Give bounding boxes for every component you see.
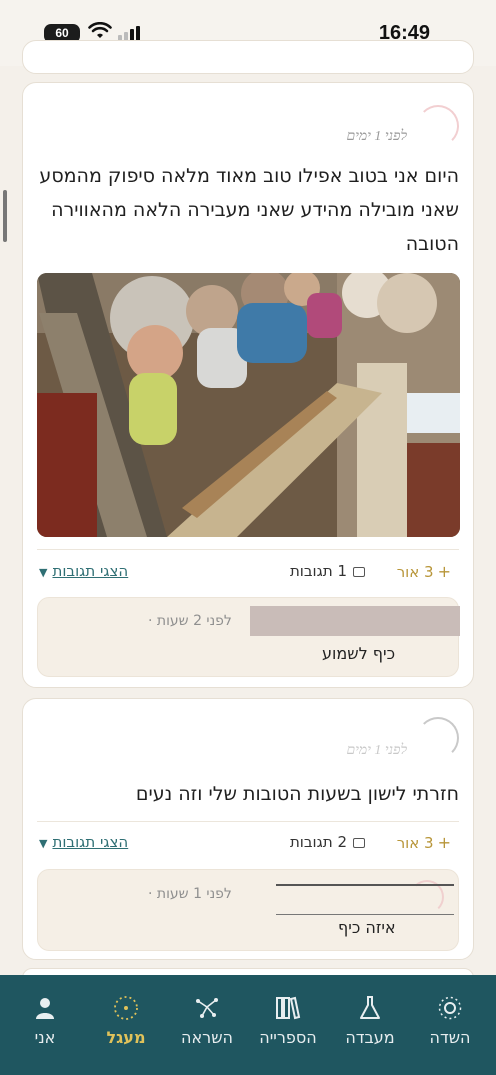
author-avatar[interactable] — [417, 105, 459, 147]
reply-card: לפני 2 שעות · כיף לשמוע — [37, 597, 460, 677]
post-text: חזרתי לישון בשעות הטובות שלי וזה נעים — [135, 783, 459, 805]
nav-label: הספרייה — [259, 1028, 317, 1047]
post-actions: +3 אור 1 תגובות הצגי תגובות ▼ — [37, 559, 459, 585]
redacted-author-name — [250, 606, 460, 636]
previous-post-card — [22, 40, 474, 74]
scrollbar[interactable] — [3, 190, 7, 242]
redacted-author-name — [276, 884, 454, 886]
divider — [37, 821, 459, 822]
replies-count: 2 תגובות — [290, 833, 365, 851]
likes-button[interactable]: +3 אור — [397, 833, 451, 852]
replies-label: 1 תגובות — [289, 562, 347, 580]
nav-label: מעגל — [106, 1028, 146, 1047]
redacted-divider — [276, 914, 454, 915]
circle-icon — [114, 996, 138, 1020]
nav-label: אני — [34, 1028, 56, 1047]
show-replies-label: הצגי תגובות — [52, 562, 129, 580]
post-time: לפני 1 ימים — [346, 129, 408, 144]
nav-item-lab[interactable]: מעבדה — [330, 993, 410, 1047]
show-replies-link[interactable]: הצגי תגובות ▼ — [39, 833, 128, 851]
weaving-workshop-image — [37, 273, 460, 537]
nav-item-inspiration[interactable]: השראה — [167, 993, 247, 1047]
nav-item-circle[interactable]: מעגל — [86, 993, 166, 1047]
comment-icon — [353, 837, 365, 848]
caret-down-icon: ▼ — [39, 837, 48, 850]
replies-label: 2 תגובות — [289, 833, 347, 851]
constellation-icon — [196, 998, 218, 1018]
wifi-icon — [88, 22, 112, 38]
likes-button[interactable]: +3 אור — [397, 562, 451, 581]
reply-card: לפני 1 שעות · איזה כיף — [37, 869, 459, 951]
author-avatar[interactable] — [417, 717, 459, 759]
flask-icon — [360, 996, 380, 1019]
reply-text: איזה כיף — [338, 918, 396, 937]
reply-text: כיף לשמוע — [322, 644, 396, 663]
likes-count: 3 אור — [396, 834, 434, 852]
show-replies-label: הצגי תגובות — [52, 833, 129, 851]
post-card: לפני 1 ימים חזרתי לישון בשעות הטובות שלי… — [22, 698, 474, 960]
nav-label: מעבדה — [345, 1028, 395, 1047]
post-actions: +3 אור 2 תגובות הצגי תגובות ▼ — [37, 830, 459, 856]
show-replies-link[interactable]: הצגי תגובות ▼ — [39, 562, 128, 580]
caret-down-icon: ▼ — [39, 566, 48, 579]
plus-icon: + — [437, 562, 451, 581]
plus-icon: + — [437, 833, 451, 852]
nav-item-field[interactable]: השדה — [410, 993, 490, 1047]
post-time: לפני 1 ימים — [346, 743, 408, 758]
divider — [37, 549, 459, 550]
nav-label: השראה — [181, 1028, 233, 1047]
books-icon — [276, 996, 301, 1020]
reply-time: לפני 1 שעות · — [148, 886, 232, 902]
comment-icon — [353, 566, 365, 577]
likes-count: 3 אור — [396, 563, 434, 581]
replies-count: 1 תגובות — [290, 562, 365, 580]
person-icon — [36, 998, 54, 1019]
nav-item-library[interactable]: הספרייה — [248, 993, 328, 1047]
bottom-navigation: השדה מעבדה הספרייה השראה מעגל אני — [0, 975, 496, 1075]
post-card: לפני 1 ימים היום אני בטוב אפילו טוב מאוד… — [22, 82, 474, 688]
reply-time: לפני 2 שעות · — [148, 613, 232, 629]
post-text: היום אני בטוב אפילו טוב מאוד מלאה סיפוק … — [39, 165, 459, 255]
nav-label: השדה — [429, 1028, 471, 1047]
sun-icon — [438, 996, 462, 1020]
nav-item-me[interactable]: אני — [5, 993, 85, 1047]
post-photo[interactable] — [37, 273, 460, 537]
